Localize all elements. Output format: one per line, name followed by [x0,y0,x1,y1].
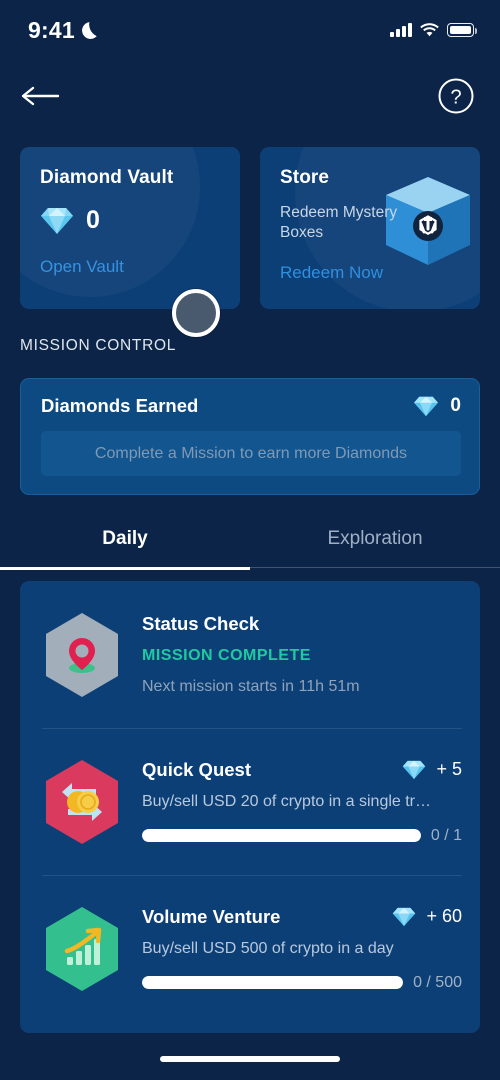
tab-daily[interactable]: Daily [0,508,250,570]
mission-header: Status Check [142,613,462,635]
status-bar-time: 9:41 [28,16,75,43]
mission-title: Quick Quest [142,758,251,780]
mission-body: Quick Quest + 5 Buy/sell USD 20 of crypt… [142,759,462,845]
mission-reward-amount: + 5 [436,759,462,779]
mission-body: Volume Venture + 60 Buy/sell USD 500 of … [142,906,462,992]
mission-next-time: Next mission starts in 11h 51m [142,678,360,695]
diamond-icon [413,396,439,417]
mission-title: Status Check [142,613,260,634]
location-pin-hex-icon [42,611,122,699]
mission-list: Status Check MISSION COMPLETE Next missi… [20,581,480,1033]
progress-label: 0 / 1 [430,826,462,844]
mission-progress: 0 / 1 [142,827,462,845]
mission-reward: + 60 [392,906,462,927]
status-bar-right [390,23,478,37]
mission-tabs: Daily Exploration [0,508,500,570]
redeem-now-link[interactable]: Redeem Now [280,263,383,283]
mission-progress: 0 / 500 [142,974,462,992]
growth-chart-hex-icon [42,905,122,993]
mission-body: Status Check MISSION COMPLETE Next missi… [142,613,462,696]
progress-track [142,829,421,842]
diamonds-earned-row: Diamonds Earned 0 [41,395,461,417]
mission-description: Buy/sell USD 20 of crypto in a single tr… [142,792,432,810]
diamond-vault-card[interactable]: Diamond Vault 0 Open Vault [20,147,240,309]
mission-status-badge: MISSION COMPLETE [142,647,311,664]
diamonds-earned-card: Diamonds Earned 0 Complete a Mission to … [20,378,480,495]
help-question-icon[interactable]: ? [436,76,476,116]
diamond-icon [402,760,426,780]
mission-title: Volume Venture [142,905,281,927]
mission-row-quick-quest[interactable]: Quick Quest + 5 Buy/sell USD 20 of crypt… [20,728,480,875]
tab-exploration[interactable]: Exploration [250,508,500,570]
mission-row-status-check[interactable]: Status Check MISSION COMPLETE Next missi… [20,581,480,728]
store-card[interactable]: Store Redeem Mystery Boxes Redeem Now [260,147,480,309]
diamonds-earned-amount: 0 [450,395,461,416]
moon-icon [82,22,99,39]
mission-row-volume-venture[interactable]: Volume Venture + 60 Buy/sell USD 500 of … [20,875,480,1022]
coin-swap-hex-icon [42,758,122,846]
app-screen: 9:41 ? Diamond Vault 0 Open Vault Store … [0,0,500,1080]
earn-more-banner: Complete a Mission to earn more Diamonds [41,431,461,476]
back-arrow-icon[interactable] [20,74,68,118]
status-bar: 9:41 [0,0,500,60]
mission-header: Quick Quest + 5 [142,759,462,781]
diamonds-earned-title: Diamonds Earned [41,395,199,416]
mission-control-heading: MISSION CONTROL [20,337,177,354]
diamond-icon [392,907,416,927]
battery-full-icon [447,23,478,37]
mission-reward-amount: + 60 [426,906,462,926]
wifi-icon [420,23,439,37]
store-subtitle: Redeem Mystery Boxes [280,204,398,241]
touch-cursor [172,289,220,337]
status-bar-left: 9:41 [28,17,99,44]
diamonds-earned-value: 0 [413,395,461,417]
mission-reward: + 5 [402,759,462,780]
top-cards-row: Diamond Vault 0 Open Vault Store Redeem … [20,147,480,309]
progress-track [142,976,404,989]
tab-divider [0,567,500,568]
earn-more-banner-text: Complete a Mission to earn more Diamonds [94,444,408,462]
cellular-signal-icon [390,23,412,37]
progress-label: 0 / 500 [413,973,462,991]
mission-description: Buy/sell USD 500 of crypto in a day [142,939,394,957]
mission-header: Volume Venture + 60 [142,906,462,928]
svg-text:?: ? [450,87,461,109]
navigation-bar: ? [0,60,500,132]
home-indicator [160,1056,340,1062]
